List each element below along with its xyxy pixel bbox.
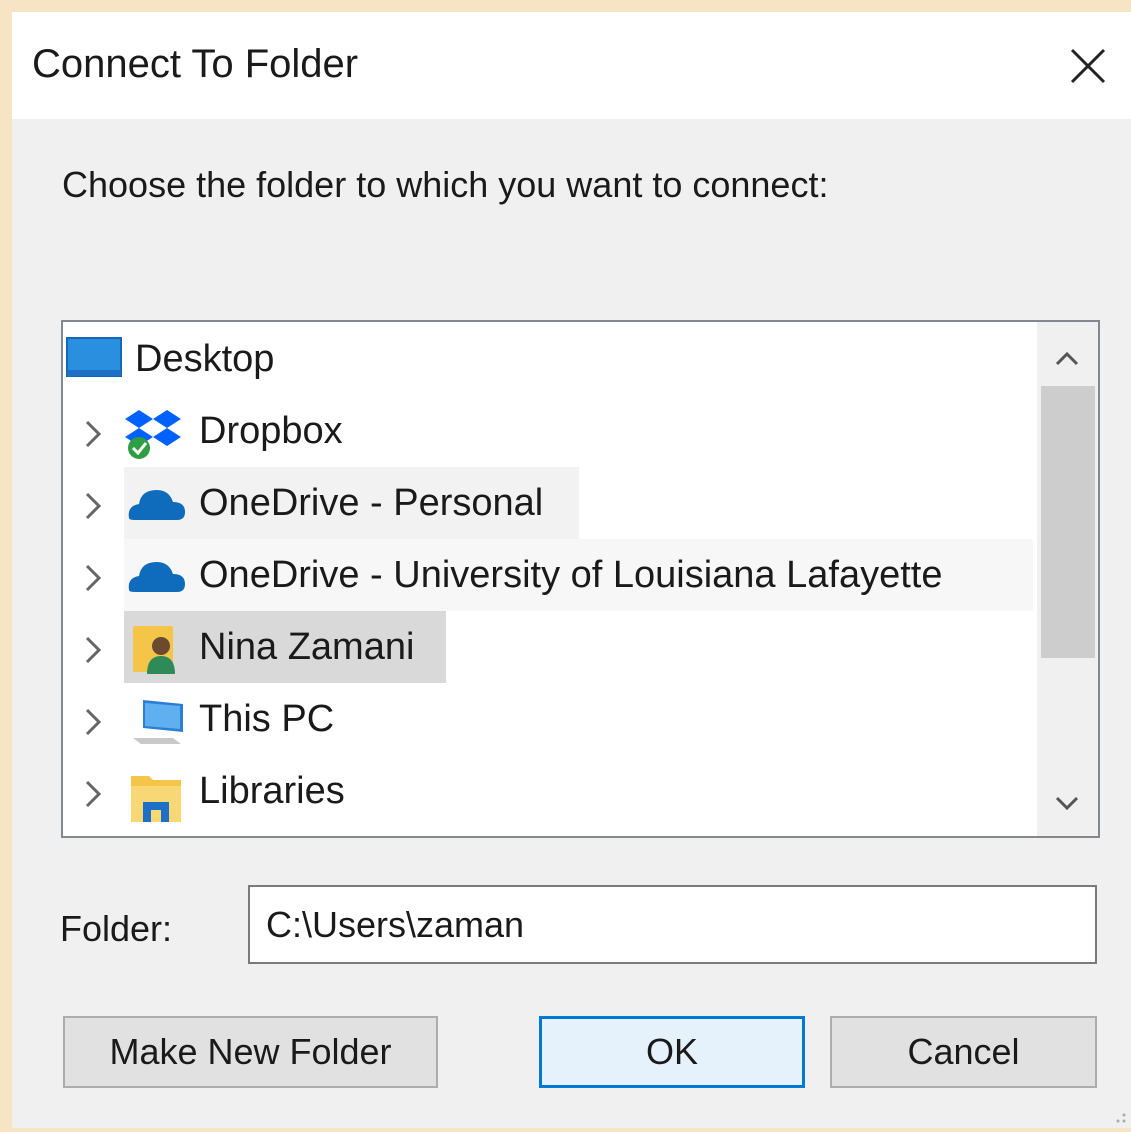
tree-item-label: Desktop: [135, 338, 275, 380]
tree-item-label: Libraries: [199, 770, 345, 812]
resize-grip-icon[interactable]: [1109, 1106, 1127, 1124]
tree-item-dropbox[interactable]: Dropbox: [63, 402, 963, 464]
folder-path-input[interactable]: [248, 885, 1097, 964]
close-icon[interactable]: [1062, 40, 1114, 92]
chevron-right-icon[interactable]: [77, 630, 107, 670]
tree-item-desktop[interactable]: Desktop: [63, 330, 963, 392]
chevron-up-icon[interactable]: [1051, 342, 1083, 374]
chevron-right-icon[interactable]: [77, 702, 107, 742]
chevron-down-icon[interactable]: [1051, 788, 1083, 820]
onedrive-icon: [128, 490, 185, 520]
tree-item-label: OneDrive - Personal: [199, 482, 544, 524]
connect-to-folder-dialog: Connect To Folder Choose the folder to w…: [12, 12, 1131, 1128]
dialog-title: Connect To Folder: [32, 42, 359, 86]
tree-item-onedrive-personal[interactable]: OneDrive - Personal: [63, 474, 963, 536]
tree-item-onedrive-university[interactable]: OneDrive - University of Louisiana Lafay…: [63, 546, 1033, 608]
vertical-scrollbar[interactable]: [1037, 322, 1098, 836]
user-folder-icon: [133, 626, 175, 674]
tree-item-label: Nina Zamani: [199, 626, 415, 668]
title-bar: Connect To Folder: [12, 12, 1131, 119]
folder-label: Folder:: [60, 908, 173, 949]
computer-icon: [133, 700, 183, 744]
chevron-right-icon[interactable]: [77, 558, 107, 598]
chevron-right-icon[interactable]: [77, 414, 107, 454]
chevron-right-icon[interactable]: [77, 486, 107, 526]
ok-button[interactable]: OK: [539, 1016, 805, 1088]
scrollbar-thumb[interactable]: [1041, 386, 1095, 658]
desktop-icon: [66, 337, 122, 377]
tree-item-label: OneDrive - University of Louisiana Lafay…: [199, 554, 943, 596]
instruction-text: Choose the folder to which you want to c…: [62, 164, 829, 205]
onedrive-icon: [128, 562, 185, 592]
chevron-right-icon[interactable]: [77, 774, 107, 814]
folder-tree[interactable]: Desktop Dropbox OneDrive - Personal OneD…: [61, 320, 1100, 838]
dropbox-icon: [125, 410, 181, 459]
tree-item-label: Dropbox: [199, 410, 343, 452]
tree-item-libraries[interactable]: Libraries: [63, 762, 963, 824]
make-new-folder-button[interactable]: Make New Folder: [63, 1016, 438, 1088]
tree-item-this-pc[interactable]: This PC: [63, 690, 963, 752]
libraries-icon: [131, 776, 181, 822]
tree-item-nina-zamani[interactable]: Nina Zamani: [63, 618, 963, 680]
cancel-button[interactable]: Cancel: [830, 1016, 1097, 1088]
tree-item-label: This PC: [199, 698, 335, 740]
